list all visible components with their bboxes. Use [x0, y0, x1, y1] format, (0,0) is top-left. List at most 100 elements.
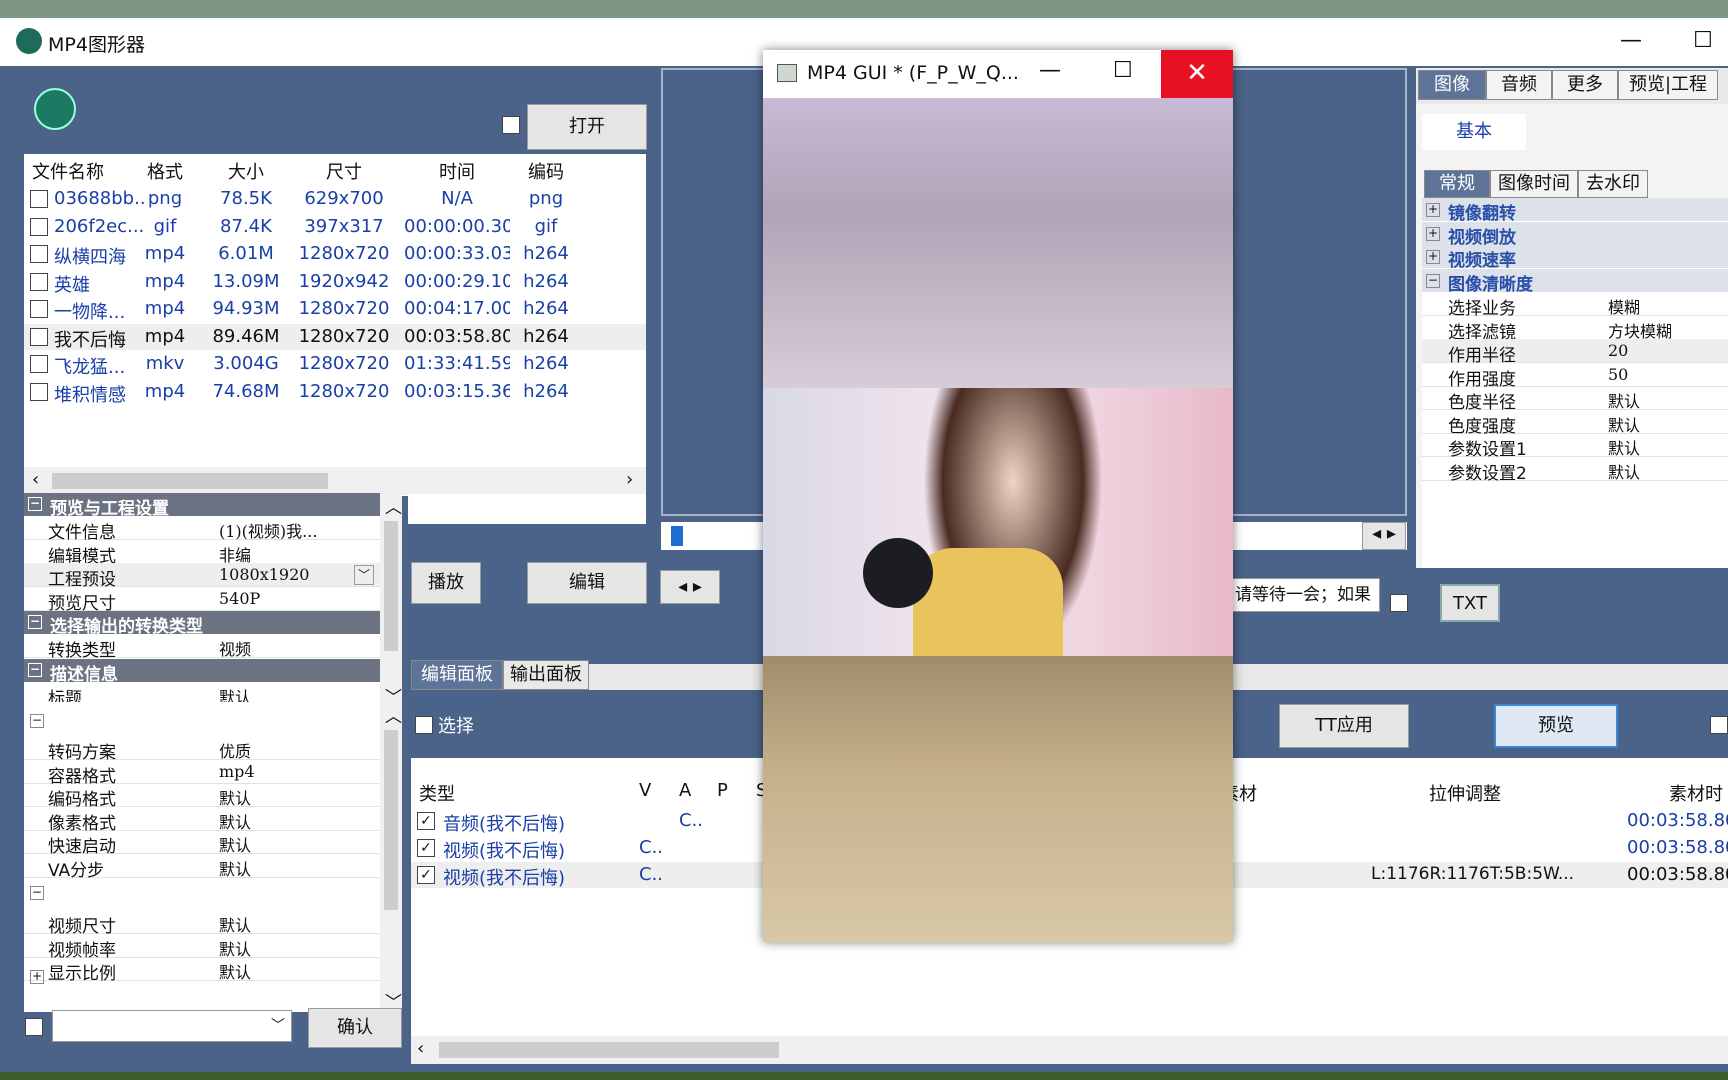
- track-header[interactable]: 拉伸调整: [1429, 780, 1501, 806]
- track-header[interactable]: 素材时: [1669, 780, 1723, 806]
- prev-icon[interactable]: ◂: [1372, 523, 1381, 544]
- table-row[interactable]: 纵横四海 mp4 6.01M 1280x720 00:00:33.03 h264: [24, 241, 646, 268]
- file-table-header[interactable]: 大小: [204, 158, 288, 184]
- expand-icon[interactable]: +: [1426, 203, 1440, 217]
- property-row[interactable]: 编辑模式 非编: [24, 540, 402, 567]
- table-row[interactable]: 一物降... mp4 94.93M 1280x720 00:04:17.00 h264: [24, 296, 646, 323]
- file-table-header[interactable]: 格式: [134, 158, 196, 184]
- scroll-thumb[interactable]: [52, 473, 328, 489]
- scroll-left-icon[interactable]: ‹: [32, 469, 39, 490]
- expand-icon[interactable]: +: [30, 970, 44, 984]
- group-description[interactable]: − 描述信息: [24, 659, 402, 685]
- expand-icon[interactable]: +: [1426, 226, 1440, 241]
- scroll-thumb[interactable]: [384, 521, 398, 651]
- property-row[interactable]: 色度半径 默认: [1422, 386, 1728, 413]
- group-row[interactable]: + 视频倒放: [1422, 221, 1728, 248]
- scroll-up-icon[interactable]: ︿: [385, 702, 402, 727]
- scroll-thumb[interactable]: [384, 730, 398, 910]
- row-checkbox[interactable]: [30, 300, 48, 318]
- row-checkbox[interactable]: [30, 382, 48, 401]
- row-checkbox[interactable]: [30, 355, 48, 373]
- preview-checkbox[interactable]: [1710, 716, 1728, 734]
- step-arrows[interactable]: ◂ ▸: [660, 570, 720, 604]
- confirm-button[interactable]: 确认: [308, 1008, 402, 1048]
- subtab-general[interactable]: 常规: [1424, 170, 1490, 198]
- play-button[interactable]: 播放: [411, 562, 481, 604]
- next-icon[interactable]: ▸: [693, 576, 702, 597]
- props-scrollbar[interactable]: ︿ ﹀: [380, 493, 402, 707]
- prev-icon[interactable]: ◂: [678, 576, 687, 597]
- file-table-header[interactable]: 文件名称: [32, 158, 132, 184]
- group-preview-settings[interactable]: − 预览与工程设置: [24, 493, 402, 519]
- property-row[interactable]: 选择滤镜 方块模糊: [1422, 316, 1728, 343]
- slider-handle[interactable]: [671, 526, 683, 546]
- property-row[interactable]: 作用强度 50: [1422, 363, 1728, 390]
- txt-button[interactable]: TXT: [1440, 584, 1500, 622]
- nav-arrows[interactable]: ◂ ▸: [1362, 522, 1406, 550]
- property-row[interactable]: 显示比例 默认: [24, 957, 402, 984]
- expand-icon[interactable]: −: [1426, 273, 1440, 288]
- scroll-right-icon[interactable]: ›: [626, 469, 633, 490]
- preview-button[interactable]: 预览: [1494, 704, 1618, 748]
- track-header[interactable]: 类型: [419, 780, 455, 806]
- chevron-down-icon[interactable]: ﹀: [354, 565, 374, 585]
- minimize-icon[interactable]: —: [1039, 58, 1061, 83]
- file-table-scrollbar[interactable]: ‹ ›: [24, 467, 646, 495]
- row-checkbox[interactable]: [30, 272, 48, 291]
- maximize-icon[interactable]: ☐: [1688, 26, 1718, 56]
- row-checkbox[interactable]: [30, 327, 48, 346]
- track-checkbox[interactable]: ✓: [417, 839, 435, 857]
- property-row[interactable]: 选择业务 模糊: [1422, 292, 1728, 319]
- tab-preview-project[interactable]: 预览|工程: [1618, 70, 1718, 100]
- track-header[interactable]: A: [679, 780, 691, 801]
- property-row[interactable]: VA分步 默认: [24, 854, 402, 881]
- property-row[interactable]: 转换类型 视频: [24, 634, 402, 661]
- scroll-left-icon[interactable]: ‹: [417, 1038, 424, 1059]
- tab-more[interactable]: 更多: [1552, 70, 1618, 100]
- select-checkbox[interactable]: [415, 716, 433, 734]
- track-scrollbar[interactable]: ‹: [411, 1036, 1728, 1064]
- track-checkbox[interactable]: ✓: [417, 812, 435, 830]
- close-icon[interactable]: ✕: [1161, 50, 1233, 98]
- collapse-icon[interactable]: −: [30, 714, 44, 728]
- property-row[interactable]: 色度强度 默认: [1422, 410, 1728, 437]
- subtab-watermark[interactable]: 去水印: [1578, 170, 1648, 198]
- expand-icon[interactable]: +: [1426, 250, 1440, 264]
- property-row[interactable]: 编码格式 默认: [24, 783, 402, 810]
- track-checkbox[interactable]: ✓: [417, 866, 435, 884]
- group-row[interactable]: + 镜像翻转: [1422, 198, 1728, 224]
- minimize-icon[interactable]: —: [1616, 26, 1646, 56]
- property-row[interactable]: 文件信息 (1)(视频)我...: [24, 516, 402, 543]
- maximize-icon[interactable]: ☐: [1113, 58, 1133, 83]
- property-row[interactable]: 像素格式 默认: [24, 807, 402, 834]
- property-row[interactable]: 工程预设 1080x1920: [24, 563, 402, 590]
- table-row[interactable]: 03688bb... png 78.5K 629x700 N/A png: [24, 186, 646, 212]
- row-checkbox[interactable]: [30, 217, 48, 236]
- row-checkbox[interactable]: [30, 190, 48, 208]
- track-header[interactable]: P: [717, 780, 728, 801]
- group-row[interactable]: + 视频速率: [1422, 245, 1728, 271]
- track-header[interactable]: V: [639, 780, 651, 801]
- preset-dropdown[interactable]: ﹀: [52, 1010, 292, 1042]
- property-row[interactable]: 快速启动 默认: [24, 830, 402, 857]
- subtab-image-time[interactable]: 图像时间: [1490, 170, 1578, 198]
- tt-apply-button[interactable]: TT应用: [1279, 704, 1409, 748]
- tab-audio[interactable]: 音频: [1486, 70, 1552, 100]
- table-row[interactable]: 英雄 mp4 13.09M 1920x942 00:00:29.10 h264: [24, 269, 646, 296]
- scroll-thumb[interactable]: [439, 1042, 779, 1058]
- collapse-icon[interactable]: −: [30, 886, 44, 900]
- file-table-header[interactable]: 时间: [404, 158, 510, 184]
- edit-button[interactable]: 编辑: [527, 562, 647, 604]
- file-table-header[interactable]: 尺寸: [294, 158, 394, 184]
- group-output-type[interactable]: − 选择输出的转换类型: [24, 611, 402, 637]
- open-checkbox[interactable]: [502, 116, 520, 134]
- file-table-header[interactable]: 编码: [516, 158, 576, 184]
- tab-output-panel[interactable]: 输出面板: [503, 660, 589, 690]
- group-row[interactable]: − 图像清晰度: [1422, 268, 1728, 295]
- basic-button[interactable]: 基本: [1422, 114, 1526, 150]
- row-checkbox[interactable]: [30, 245, 48, 263]
- tab-image[interactable]: 图像: [1418, 70, 1486, 100]
- props-scrollbar[interactable]: ︿ ﹀: [380, 702, 402, 1012]
- property-row[interactable]: 视频尺寸 默认: [24, 910, 402, 937]
- property-row[interactable]: 参数设置1 默认: [1422, 433, 1728, 460]
